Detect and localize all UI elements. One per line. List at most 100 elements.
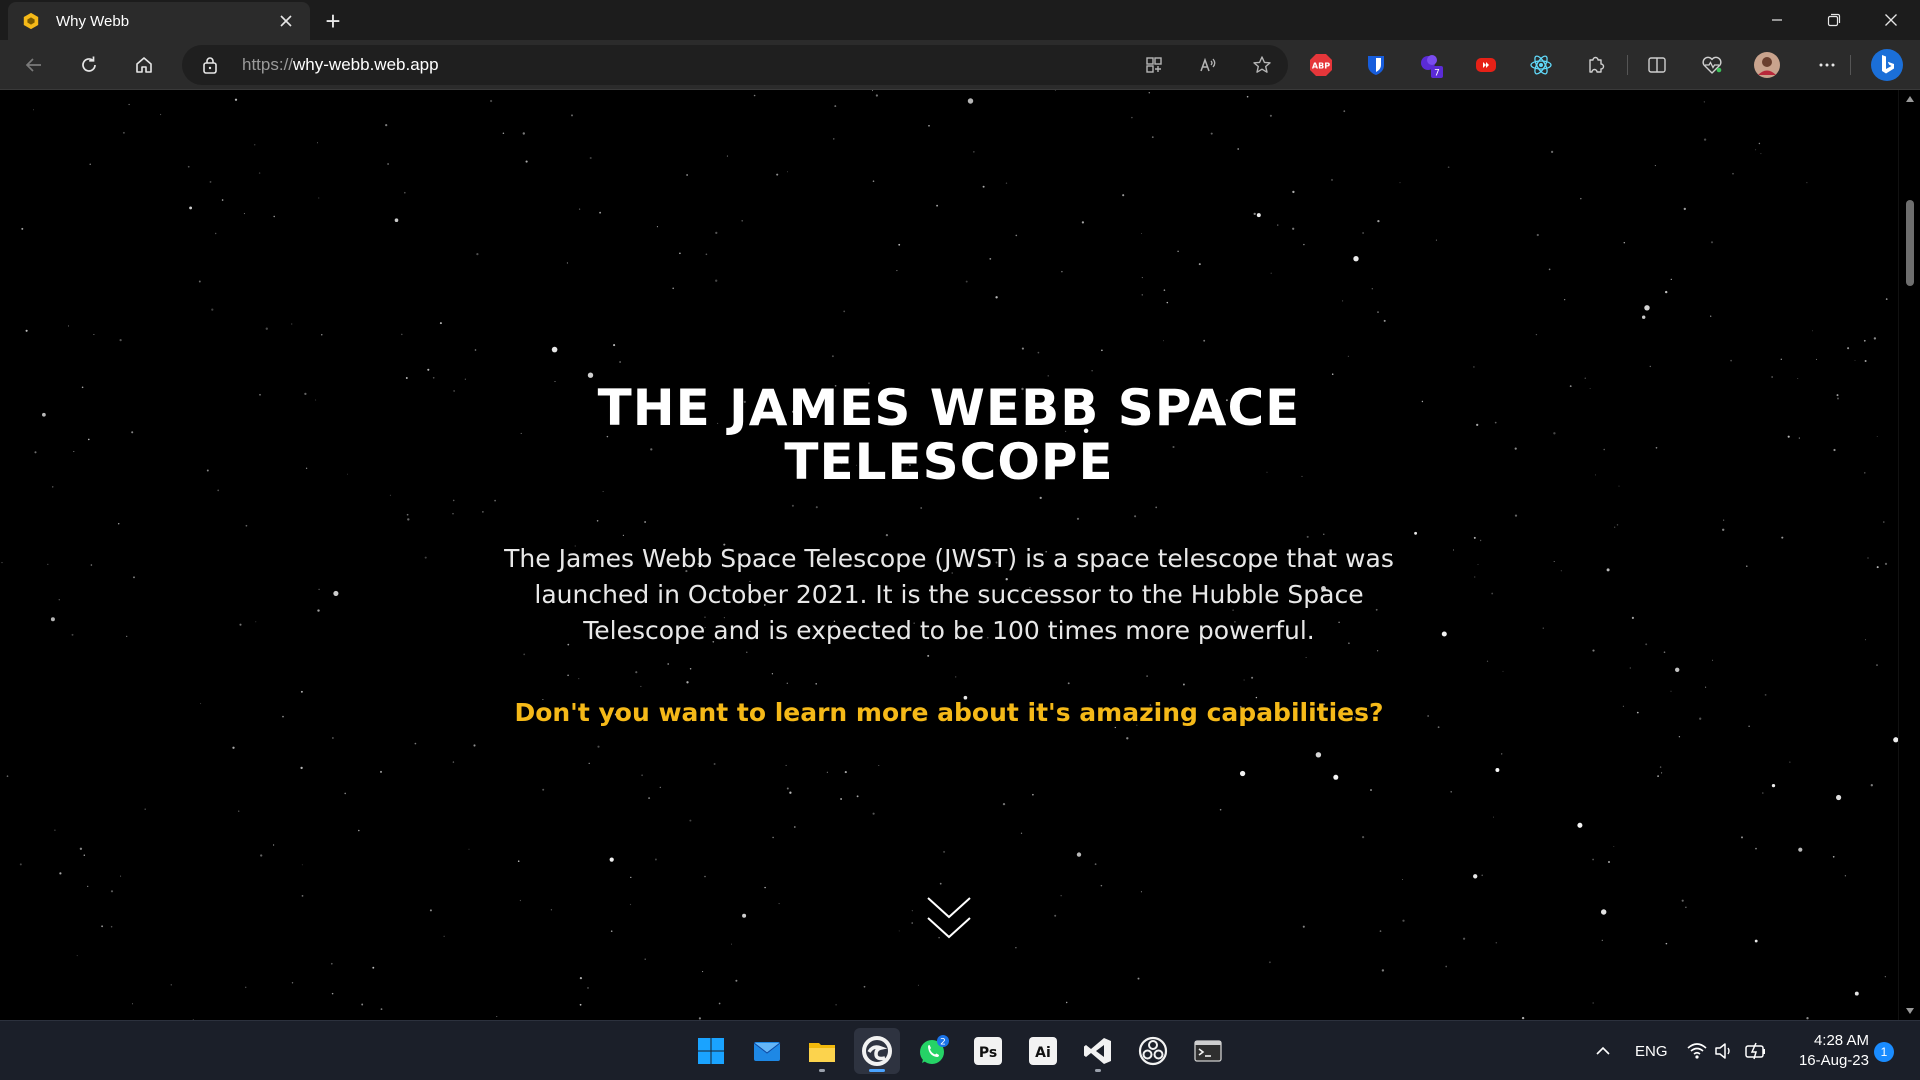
scroll-down-arrow-icon[interactable] [1905,1006,1915,1016]
star [473,744,476,747]
whatsapp-icon[interactable]: 2 [910,1028,956,1074]
url-text[interactable]: https://why-webb.web.app [242,55,439,75]
star [237,810,240,812]
notification-badge[interactable]: 1 [1874,1042,1894,1062]
star [1005,182,1008,184]
youtube-extension-icon[interactable] [1472,51,1500,79]
terminal-icon[interactable] [1185,1028,1231,1074]
star [424,556,427,559]
refresh-icon[interactable] [73,49,105,81]
star [746,651,748,653]
more-options-icon[interactable] [1813,51,1841,79]
lock-icon[interactable] [200,55,220,75]
star [1315,752,1322,758]
illustrator-icon[interactable]: Ai [1020,1028,1066,1074]
edge-browser-icon[interactable] [854,1028,900,1074]
star [579,1003,582,1006]
star [815,506,818,509]
star [71,633,74,636]
system-clock[interactable]: 4:28 AM 16-Aug-23 [1779,1031,1869,1071]
star [347,473,348,475]
star [689,819,692,822]
star [1479,539,1482,542]
react-devtools-icon[interactable] [1527,51,1555,79]
read-aloud-icon[interactable] [1196,53,1220,77]
star [1675,667,1680,672]
restore-icon[interactable] [1805,0,1862,40]
tab-title: Why Webb [56,12,130,30]
start-windows-icon[interactable] [688,1028,734,1074]
star [789,791,792,794]
tab-why-webb[interactable]: Why Webb [8,2,310,40]
star [333,590,339,596]
scrollbar-thumb[interactable] [1906,200,1914,286]
mail-app-icon[interactable] [744,1028,790,1074]
star [995,296,998,299]
star [587,986,589,989]
star [1703,101,1705,103]
star [443,935,445,937]
bing-copilot-icon[interactable] [1870,48,1904,82]
file-explorer-icon[interactable] [799,1028,845,1074]
clock-date: 16-Aug-23 [1798,1052,1869,1069]
volume-icon[interactable] [1713,1040,1735,1062]
star [1126,737,1129,740]
extension-purple-icon[interactable]: 7 [1417,51,1445,79]
star [464,378,466,380]
minimize-icon[interactable] [1748,0,1805,40]
obs-studio-icon[interactable] [1130,1028,1176,1074]
star [394,218,399,222]
star [1268,961,1271,964]
star [47,563,49,566]
star [1514,447,1517,450]
home-icon[interactable] [128,49,160,81]
star [1870,784,1873,787]
back-icon[interactable] [18,49,50,81]
star [187,165,190,168]
adblock-plus-icon[interactable]: ABP [1307,51,1335,79]
star [1703,138,1707,141]
star [330,962,333,965]
tab-close-icon[interactable] [274,9,298,33]
browser-essentials-icon[interactable] [1698,51,1726,79]
star [260,854,263,857]
star [1353,256,1359,262]
page-scrollbar[interactable] [1898,90,1920,1020]
star [300,766,303,770]
battery-charging-icon[interactable] [1744,1040,1768,1062]
star [965,280,968,283]
extensions-puzzle-icon[interactable] [1582,51,1610,79]
wifi-icon[interactable] [1686,1040,1708,1062]
star [372,966,375,969]
star [1876,664,1878,667]
input-language[interactable]: ENG [1635,1043,1668,1060]
star [305,467,308,469]
favorite-star-icon[interactable] [1250,53,1274,77]
profile-avatar[interactable] [1753,51,1781,79]
address-bar[interactable]: https://why-webb.web.app [182,45,1288,85]
star [496,1016,498,1018]
star [898,243,901,246]
show-hidden-icons-chevron-icon[interactable] [1594,1042,1612,1060]
scroll-down-chevron-icon[interactable] [926,896,972,942]
bitwarden-shield-icon[interactable] [1362,51,1390,79]
star [1166,301,1169,304]
star [1760,153,1762,155]
star [89,163,91,165]
scroll-up-arrow-icon[interactable] [1905,94,1915,104]
new-tab-button[interactable]: + [318,6,348,36]
apps-icon[interactable] [1142,53,1166,77]
extension-badge: 7 [1434,69,1440,79]
split-screen-icon[interactable] [1643,51,1671,79]
star [253,144,256,146]
star [578,678,580,680]
star [232,746,235,749]
star [265,327,268,330]
star [198,280,201,283]
star [380,1008,383,1010]
close-icon[interactable] [1862,0,1919,40]
star [19,863,22,866]
vscode-icon[interactable] [1075,1028,1121,1074]
star [1833,448,1836,452]
photoshop-icon[interactable]: Ps [965,1028,1011,1074]
